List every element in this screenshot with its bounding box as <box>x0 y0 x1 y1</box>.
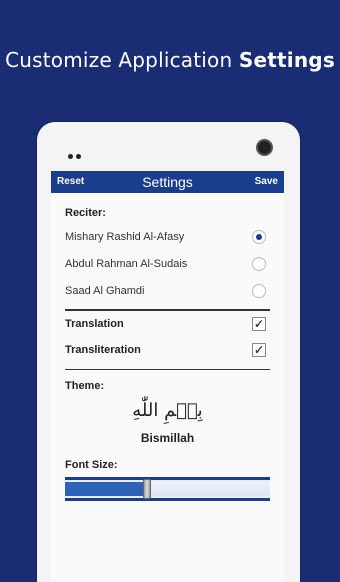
slider-track-remaining <box>151 482 270 496</box>
radio-off-icon[interactable] <box>252 283 266 298</box>
translation-toggle-row[interactable]: Translation ✓ <box>65 311 270 337</box>
transliteration-toggle-row[interactable]: Transliteration ✓ <box>65 337 270 363</box>
reciter-label: Reciter: <box>65 207 106 219</box>
app-bar: Reset Settings Save <box>51 171 284 193</box>
transliteration-label: Transliteration <box>65 343 141 356</box>
radio-off-icon[interactable] <box>252 256 266 271</box>
reciter-option-label: Saad Al Ghamdi <box>65 284 145 297</box>
checkbox-checked-icon[interactable]: ✓ <box>252 316 266 331</box>
speaker-icon <box>68 146 84 164</box>
checkbox-checked-icon[interactable]: ✓ <box>252 342 266 357</box>
reciter-option-label: Mishary Rashid Al-Afasy <box>65 230 185 243</box>
font-size-slider[interactable] <box>65 477 270 501</box>
reciter-option[interactable]: Mishary Rashid Al-Afasy <box>65 223 270 250</box>
promo-title: Customize Application Settings <box>0 48 340 72</box>
settings-screen: Reset Settings Save Reciter: Mishary Ras… <box>51 171 284 582</box>
reciter-option-label: Abdul Rahman Al-Sudais <box>65 257 188 270</box>
slider-thumb[interactable] <box>143 479 151 499</box>
settings-content: Reciter: Mishary Rashid Al-Afasy Abdul R… <box>51 207 284 501</box>
translation-label: Translation <box>65 317 124 330</box>
page-title: Settings <box>142 174 193 190</box>
promo-title-regular: Customize Application <box>5 48 233 72</box>
camera-icon <box>256 139 273 156</box>
font-size-label: Font Size: <box>65 459 118 471</box>
reciter-option[interactable]: Saad Al Ghamdi <box>65 277 270 304</box>
theme-label: Theme: <box>65 380 105 392</box>
radio-on-icon[interactable] <box>252 229 266 244</box>
save-button[interactable]: Save <box>255 176 278 187</box>
theme-caption: Bismillah <box>140 431 195 445</box>
theme-arabic-preview[interactable]: بِسۡمِ اللّٰهِ <box>65 400 270 421</box>
reciter-list: Mishary Rashid Al-Afasy Abdul Rahman Al-… <box>65 223 270 304</box>
divider <box>65 368 270 370</box>
reciter-option[interactable]: Abdul Rahman Al-Sudais <box>65 250 270 277</box>
promo-title-bold: Settings <box>238 48 335 72</box>
